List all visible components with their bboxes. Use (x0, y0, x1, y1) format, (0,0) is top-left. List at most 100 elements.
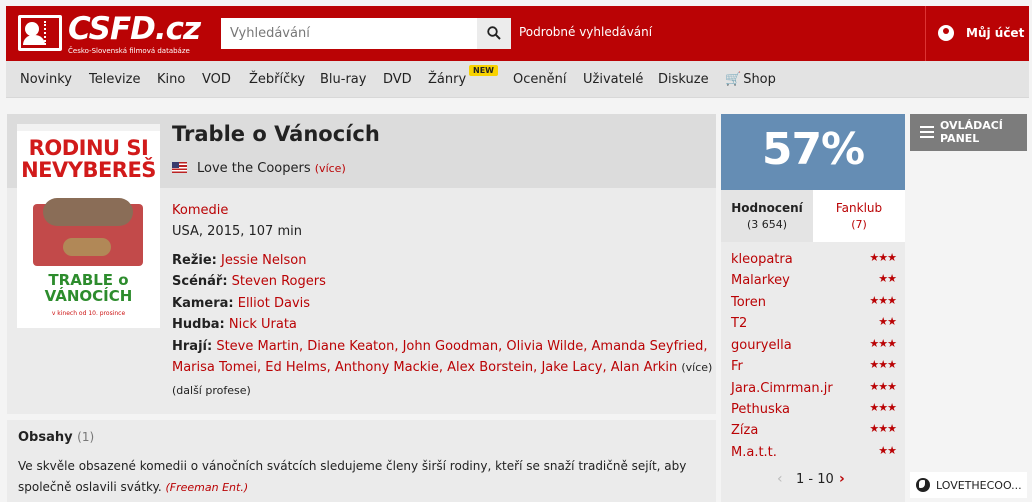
plot-title: Obsahy (18, 430, 73, 445)
rating-user[interactable]: M.a.t.t. (731, 445, 777, 460)
list-item: Toren ★★★ (731, 294, 897, 315)
credit-director: Režie: Jessie Nelson (172, 253, 306, 268)
tab-fanclub-count: (7) (851, 218, 867, 231)
top-bar: CSFD.cz Česko-Slovenská filmová databáze… (6, 6, 1029, 61)
ratings-pager: ‹ 1 - 10 › (721, 470, 905, 492)
star-rating-icon: ★★★ (869, 401, 897, 414)
plot-source[interactable]: (Freeman Ent.) (166, 481, 249, 494)
genre-link[interactable]: Komedie (172, 203, 228, 218)
plot-text: Ve skvěle obsazené komedii o vánočních s… (18, 456, 708, 498)
nav-zebricky[interactable]: Žebříčky (249, 72, 305, 87)
credit-role: Scénář: (172, 274, 228, 289)
more-cast-link[interactable]: (více) (681, 361, 712, 374)
rating-user[interactable]: kleopatra (731, 252, 793, 267)
search-icon (487, 26, 501, 40)
user-icon (938, 25, 954, 41)
official-site-link[interactable]: LOVETHECOO... (910, 472, 1027, 498)
nav-shop-label: Shop (743, 72, 776, 87)
film-poster[interactable]: RODINU SI NEVYBEREŠ TRABLE o VÁNOCÍCH v … (17, 124, 160, 328)
usa-flag-icon (172, 162, 187, 173)
credit-names[interactable]: Nick Urata (229, 317, 297, 332)
star-rating-icon: ★★★ (869, 358, 897, 371)
tab-fanclub[interactable]: Fanklub (7) (813, 190, 905, 242)
cast-names-line2[interactable]: Marisa Tomei, Ed Helms, Anthony Mackie, … (172, 360, 677, 375)
nav-zanry[interactable]: Žánry (428, 72, 466, 87)
menu-icon (920, 126, 934, 138)
logo-mark-icon (18, 15, 62, 51)
pager-range: 1 - 10 (796, 472, 834, 487)
nav-kino[interactable]: Kino (157, 72, 185, 87)
control-panel-button[interactable]: OVLÁDACÍ PANEL (910, 114, 1027, 151)
credit-role: Režie: (172, 253, 217, 268)
film-title: Trable o Vánocích (172, 122, 380, 146)
credit-names[interactable]: Steven Rogers (232, 274, 326, 289)
more-professions-link[interactable]: (další profese) (172, 384, 251, 397)
film-info-box: RODINU SI NEVYBEREŠ TRABLE o VÁNOCÍCH v … (7, 114, 716, 414)
star-rating-icon: ★★★ (869, 294, 897, 307)
list-item: T2 ★★ (731, 315, 897, 336)
chevron-right-icon[interactable]: › (839, 471, 845, 487)
rating-user[interactable]: Pethuska (731, 402, 790, 417)
star-rating-icon: ★★★ (869, 380, 897, 393)
credit-names[interactable]: Steve Martin, Diane Keaton, John Goodman… (216, 339, 707, 354)
star-rating-icon: ★★ (878, 272, 897, 285)
credit-music: Hudba: Nick Urata (172, 317, 297, 332)
credit-names[interactable]: Elliot Davis (238, 296, 310, 311)
globe-icon (916, 478, 930, 492)
logo-subtitle: Česko-Slovenská filmová databáze (68, 47, 190, 55)
rating-user[interactable]: Toren (731, 295, 766, 310)
list-item: gouryella ★★★ (731, 337, 897, 358)
search-input[interactable] (221, 18, 473, 49)
list-item: Zíza ★★★ (731, 422, 897, 443)
cart-icon: 🛒 (725, 72, 742, 87)
list-item: Fr ★★★ (731, 358, 897, 379)
tab-ratings-count: (3 654) (746, 218, 788, 231)
control-panel-label: OVLÁDACÍ PANEL (940, 119, 1003, 145)
nav-vod[interactable]: VOD (202, 72, 231, 87)
nav-dvd[interactable]: DVD (383, 72, 412, 87)
nav-bluray[interactable]: Blu-ray (320, 72, 366, 87)
nav-diskuze[interactable]: Diskuze (658, 72, 709, 87)
rating-user[interactable]: Jara.Cimrman.jr (731, 381, 833, 396)
poster-subtitle: TRABLE o VÁNOCÍCH (44, 271, 133, 305)
nav-shop[interactable]: 🛒 Shop (725, 72, 776, 87)
credit-cast-line2: Marisa Tomei, Ed Helms, Anthony Mackie, … (172, 360, 712, 375)
search-box (221, 18, 511, 49)
nav-televize[interactable]: Televize (89, 72, 140, 87)
rating-user[interactable]: Malarkey (731, 273, 790, 288)
tab-ratings[interactable]: Hodnocení (3 654) (721, 190, 813, 242)
plot-heading: Obsahy (1) (18, 430, 94, 445)
chevron-left-icon[interactable]: ‹ (777, 471, 783, 487)
original-title-text: Love the Coopers (197, 161, 311, 176)
poster-family-image (33, 198, 143, 266)
nav-novinky[interactable]: Novinky (20, 72, 72, 87)
plot-box: Obsahy (1) Ve skvěle obsazené komedii o … (7, 420, 716, 502)
credit-role: Hrají: (172, 339, 213, 354)
advanced-search-link[interactable]: Podrobné vyhledávání (519, 25, 652, 39)
rating-user[interactable]: gouryella (731, 338, 792, 353)
account-label: Můj účet (966, 26, 1025, 40)
credit-names[interactable]: Jessie Nelson (221, 253, 306, 268)
poster-title: RODINU SI NEVYBEREŠ (21, 136, 156, 182)
list-item: Malarkey ★★ (731, 272, 897, 293)
poster-footer: v kinech od 10. prosince (51, 310, 126, 317)
user-ratings-list: kleopatra ★★★ Malarkey ★★ Toren ★★★ T2 ★★ go… (721, 242, 905, 502)
tab-ratings-label: Hodnocení (731, 201, 803, 215)
more-titles-link[interactable]: (více) (315, 162, 346, 175)
rating-tabs: Hodnocení (3 654) Fanklub (7) (721, 190, 905, 242)
csfd-logo[interactable]: CSFD.cz Česko-Slovenská filmová databáze (18, 11, 201, 57)
credit-role: Kamera: (172, 296, 234, 311)
star-rating-icon: ★★★ (869, 422, 897, 435)
rating-user[interactable]: Zíza (731, 423, 758, 438)
new-badge: NEW (469, 65, 498, 76)
account-menu[interactable]: Můj účet (925, 6, 1029, 61)
rating-user[interactable]: Fr (731, 359, 743, 374)
list-item: kleopatra ★★★ (731, 251, 897, 272)
tab-fanclub-label: Fanklub (835, 201, 883, 215)
search-button[interactable] (477, 18, 511, 49)
original-title: Love the Coopers (více) (197, 161, 346, 176)
nav-oceneni[interactable]: Ocenění (513, 72, 566, 87)
rating-user[interactable]: T2 (731, 316, 747, 331)
plot-count: (1) (77, 430, 95, 444)
nav-uzivatele[interactable]: Uživatelé (583, 72, 643, 87)
